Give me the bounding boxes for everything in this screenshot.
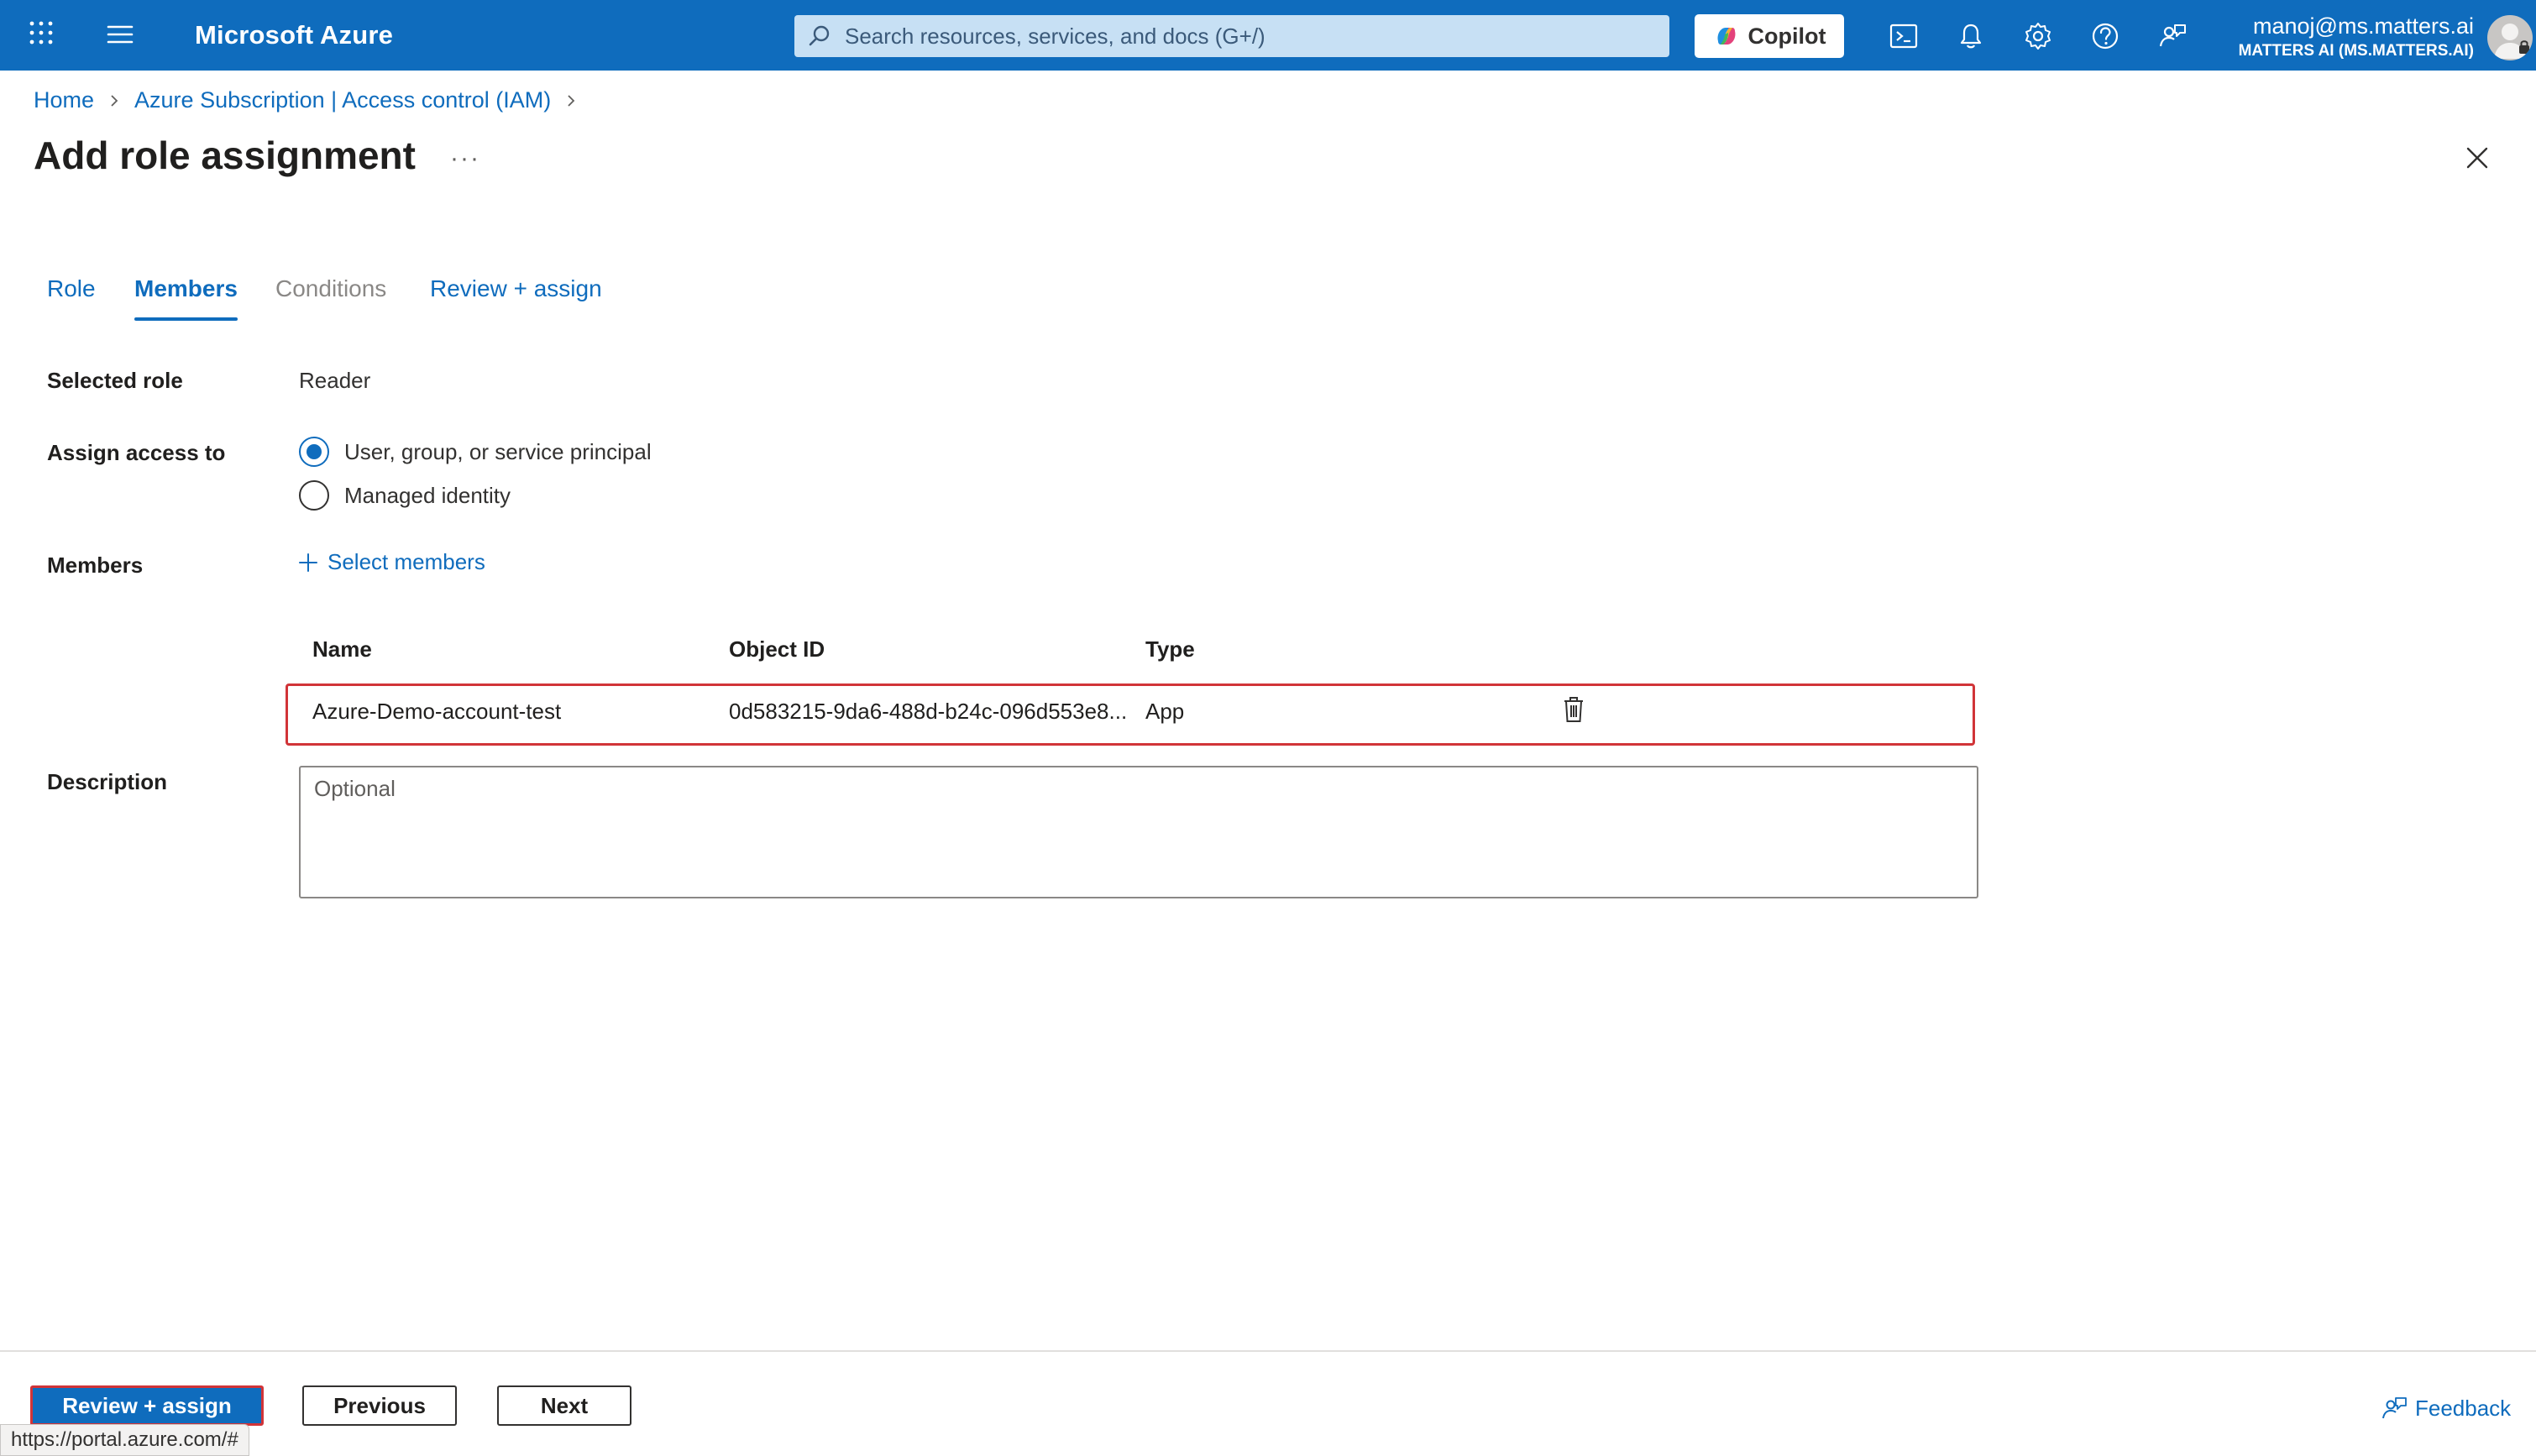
breadcrumb-home[interactable]: Home <box>34 87 94 113</box>
account-email: manoj@ms.matters.ai <box>2253 13 2474 39</box>
close-icon[interactable] <box>2464 144 2491 171</box>
account-info[interactable]: manoj@ms.matters.ai MATTERS AI (MS.MATTE… <box>2239 12 2474 62</box>
radio-managed-identity[interactable]: Managed identity <box>299 480 511 511</box>
portal-menu-icon[interactable] <box>106 23 134 46</box>
radio-label-managed-identity: Managed identity <box>344 482 511 508</box>
brand-title[interactable]: Microsoft Azure <box>195 20 393 50</box>
copilot-label: Copilot <box>1747 23 1826 49</box>
plus-icon <box>299 553 317 572</box>
column-header-object-id: Object ID <box>729 636 825 662</box>
radio-button-checked[interactable] <box>299 437 329 467</box>
app-launcher-icon[interactable] <box>29 20 54 45</box>
review-assign-button[interactable]: Review + assign <box>30 1385 264 1426</box>
cloud-shell-icon[interactable] <box>1888 20 1920 52</box>
member-type: App <box>1145 699 1185 724</box>
column-header-name: Name <box>312 636 372 662</box>
radio-user-group-sp[interactable]: User, group, or service principal <box>299 437 652 467</box>
help-question-icon[interactable] <box>2089 20 2121 52</box>
tab-conditions[interactable]: Conditions <box>275 275 386 302</box>
assign-access-label: Assign access to <box>47 440 226 465</box>
feedback-label: Feedback <box>2415 1395 2512 1421</box>
notifications-bell-icon[interactable] <box>1955 20 1987 52</box>
selected-role-value: Reader <box>299 368 371 393</box>
tab-role[interactable]: Role <box>47 275 96 302</box>
breadcrumb: Home Azure Subscription | Access control… <box>34 87 591 113</box>
footer-divider <box>0 1350 2536 1352</box>
copilot-button[interactable]: Copilot <box>1695 14 1844 58</box>
feedback-person-icon[interactable] <box>2156 20 2188 52</box>
radio-button-unchecked[interactable] <box>299 480 329 511</box>
account-tenant: MATTERS AI (MS.MATTERS.AI) <box>2238 42 2474 60</box>
global-search-box[interactable]: Search resources, services, and docs (G+… <box>794 15 1669 57</box>
member-name: Azure-Demo-account-test <box>312 699 562 724</box>
member-object-id: 0d583215-9da6-488d-b24c-096d553e8... <box>729 699 1128 724</box>
members-label: Members <box>47 553 144 578</box>
more-options-button[interactable]: ··· <box>450 144 480 173</box>
delete-trash-icon[interactable] <box>1562 695 1585 724</box>
column-header-type: Type <box>1145 636 1195 662</box>
tab-review-assign[interactable]: Review + assign <box>430 275 602 302</box>
chevron-right-icon <box>111 94 118 107</box>
user-avatar-icon <box>2494 24 2529 59</box>
description-textarea[interactable] <box>299 766 1978 898</box>
search-placeholder: Search resources, services, and docs (G+… <box>845 23 1265 49</box>
description-label: Description <box>47 769 168 794</box>
breadcrumb-iam[interactable]: Azure Subscription | Access control (IAM… <box>134 87 551 113</box>
feedback-link[interactable]: Feedback <box>2380 1394 2511 1422</box>
page-title: Add role assignment <box>34 134 416 177</box>
radio-label-user-group-sp: User, group, or service principal <box>344 438 652 464</box>
top-navigation-bar: Microsoft Azure Search resources, servic… <box>0 0 2536 71</box>
search-icon <box>809 25 830 46</box>
feedback-person-icon <box>2382 1397 2407 1419</box>
select-members-label: Select members <box>327 549 485 574</box>
settings-gear-icon[interactable] <box>2022 20 2054 52</box>
tab-members[interactable]: Members <box>134 275 238 321</box>
copilot-icon <box>1717 28 1735 45</box>
chevron-right-icon <box>568 94 575 107</box>
previous-button[interactable]: Previous <box>302 1385 457 1426</box>
avatar[interactable] <box>2487 15 2533 60</box>
next-button[interactable]: Next <box>497 1385 631 1426</box>
selected-role-label: Selected role <box>47 368 183 393</box>
select-members-link[interactable]: Select members <box>297 549 485 575</box>
status-bar-url: https://portal.azure.com/# <box>0 1424 249 1456</box>
